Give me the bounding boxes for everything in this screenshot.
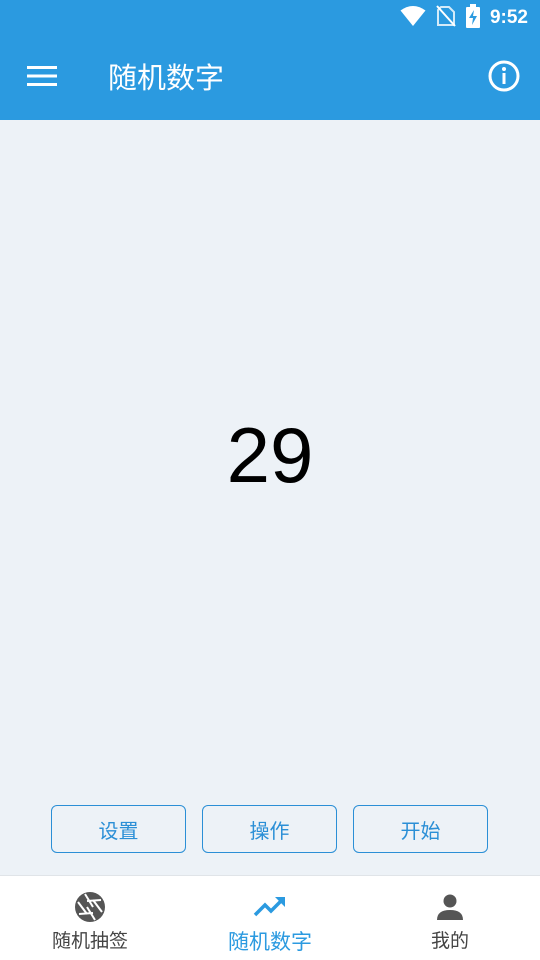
info-icon <box>488 60 520 96</box>
status-bar: 9:52 <box>0 0 540 36</box>
start-button[interactable]: 开始 <box>353 805 488 853</box>
menu-icon <box>27 65 57 91</box>
random-number-display: 29 <box>226 411 314 499</box>
nav-item-mine[interactable]: 我的 <box>360 876 540 960</box>
page-title: 随机数字 <box>108 61 225 95</box>
nav-label-random-draw: 随机抽签 <box>51 930 128 952</box>
info-button[interactable] <box>486 60 522 96</box>
main-content: 29 设置 操作 开始 <box>0 120 540 875</box>
aperture-icon <box>74 890 106 924</box>
app-bar: 随机数字 <box>0 36 540 120</box>
settings-button[interactable]: 设置 <box>51 805 186 853</box>
app-root: 9:52 随机数字 29 设置 操作 开始 随机抽签 随机数字 我的 <box>0 0 540 960</box>
operate-button[interactable]: 操作 <box>202 805 337 853</box>
no-sim-icon <box>436 5 456 31</box>
wifi-icon <box>400 5 426 31</box>
status-time: 9:52 <box>489 7 528 28</box>
bottom-nav: 随机抽签 随机数字 我的 <box>0 875 540 960</box>
trending-up-icon <box>253 890 287 924</box>
nav-item-random-number[interactable]: 随机数字 <box>180 876 360 960</box>
nav-item-random-draw[interactable]: 随机抽签 <box>0 876 180 960</box>
person-icon <box>436 890 464 924</box>
battery-charging-icon <box>465 4 480 32</box>
nav-label-random-number: 随机数字 <box>228 930 312 954</box>
menu-button[interactable] <box>22 60 62 96</box>
nav-label-mine: 我的 <box>430 930 469 952</box>
status-icons: 9:52 <box>400 0 528 36</box>
action-buttons: 设置 操作 开始 <box>51 805 488 853</box>
